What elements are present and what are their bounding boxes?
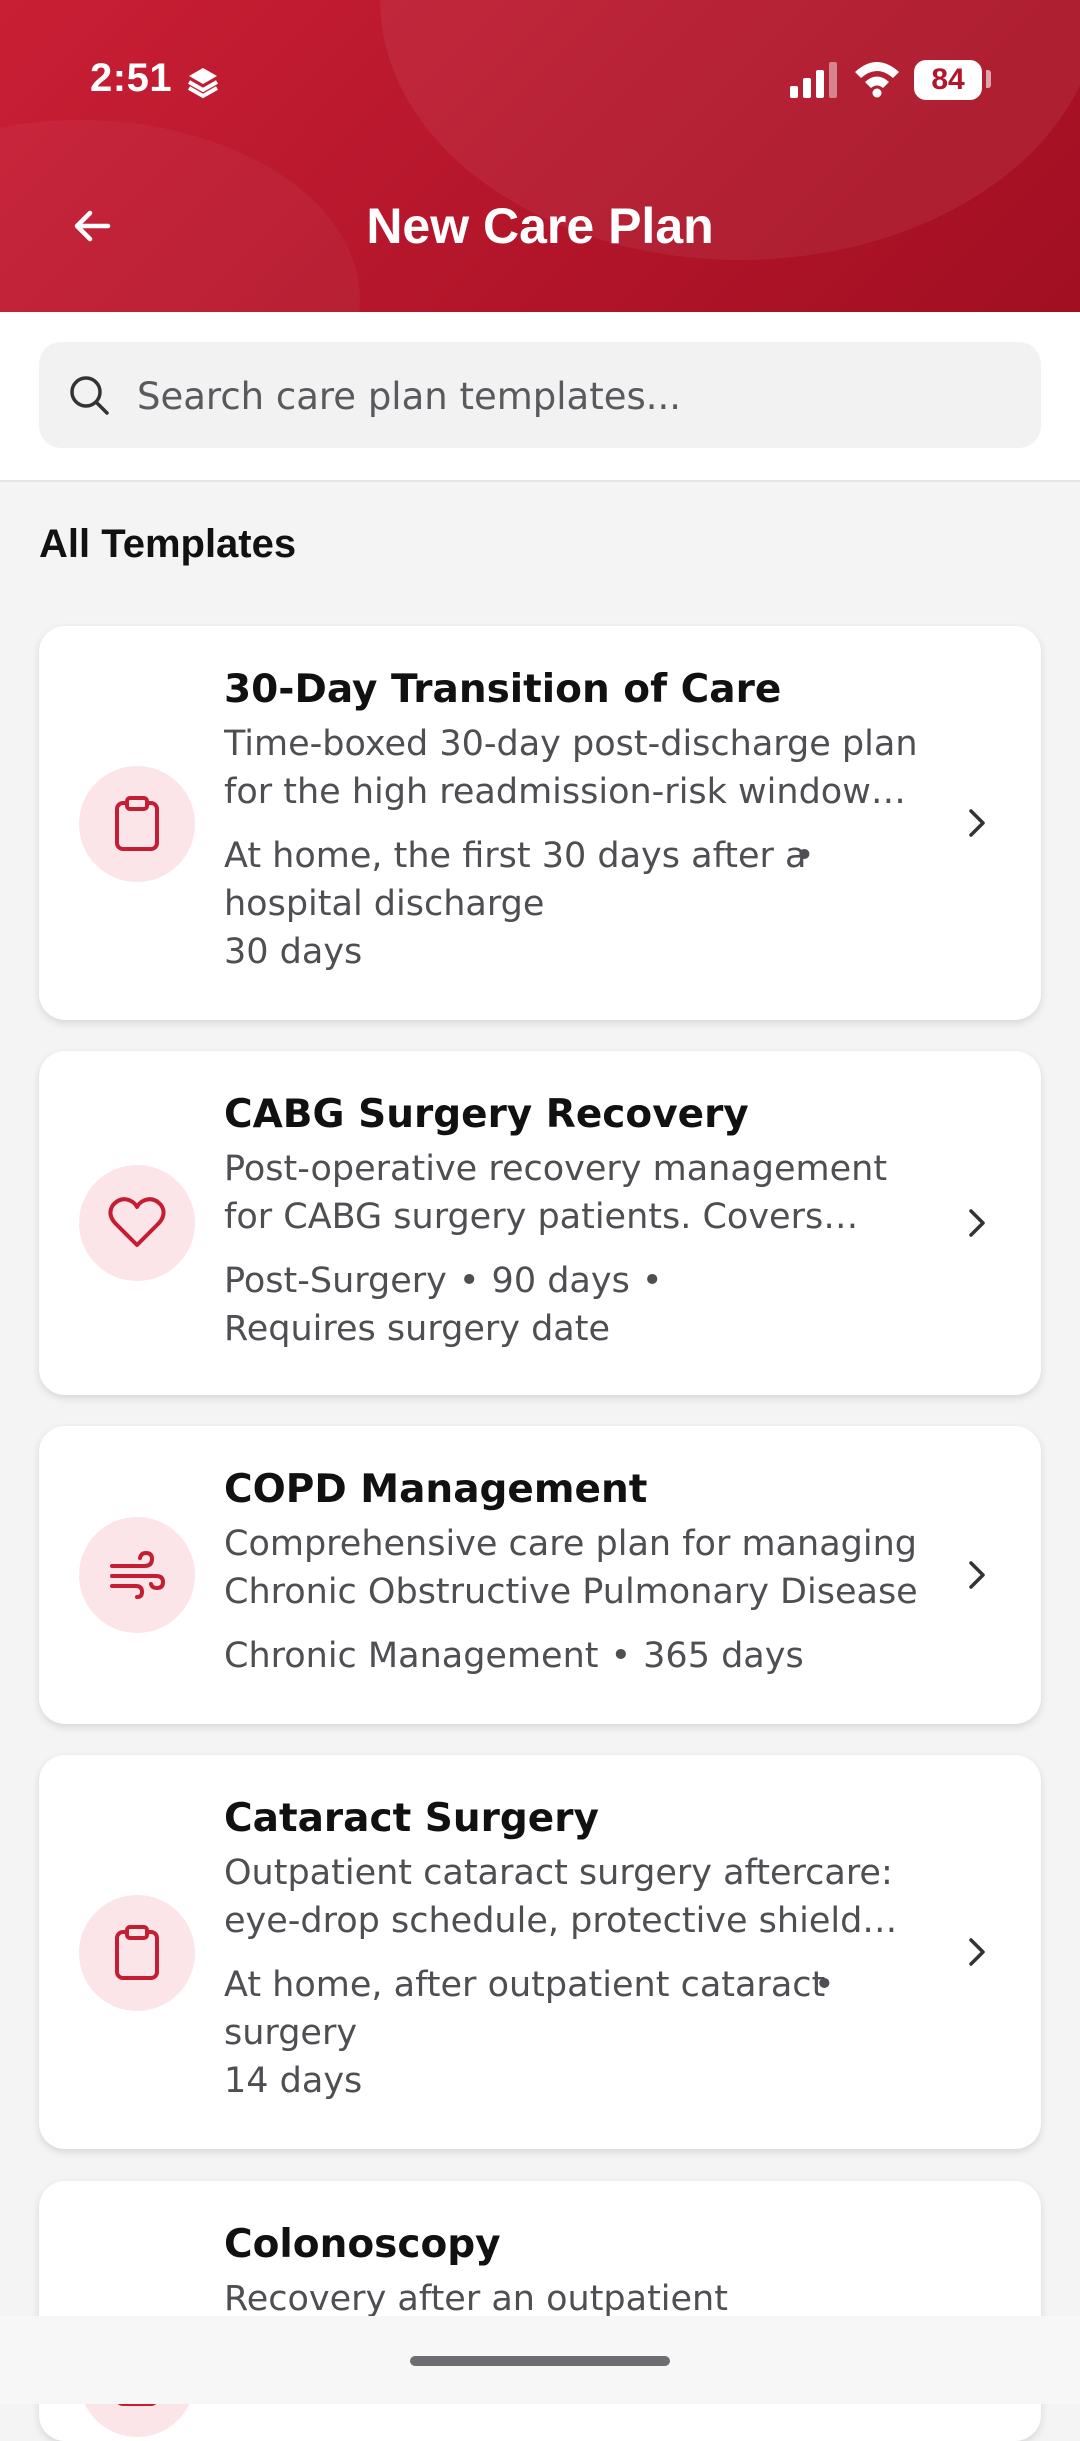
meta-setting: At home, the first 30 days after a hospi… — [224, 836, 807, 924]
search-icon — [70, 376, 109, 415]
status-bar: 2:51 84 — [0, 0, 1080, 160]
card-title: CABG Surgery Recovery — [224, 1092, 749, 1137]
chevron-right-icon — [969, 1561, 985, 1589]
card-body: 30-Day Transition of Care Time-boxed 30-… — [224, 664, 984, 976]
meta-separator: • — [641, 1261, 663, 1301]
meta-separator: • — [814, 1965, 835, 2005]
meta-duration: 365 days — [643, 1636, 804, 1676]
card-title: COPD Management — [224, 1467, 648, 1512]
card-icon-circle — [79, 766, 195, 882]
chevron-right-icon — [969, 1938, 985, 1966]
clipboard-icon — [115, 796, 159, 851]
wind-icon — [110, 1550, 166, 1599]
template-card[interactable]: COPD Management Comprehensive care plan … — [39, 1426, 1041, 1724]
search-input[interactable] — [135, 342, 1019, 450]
card-icon-circle — [79, 1517, 195, 1633]
battery-tip — [986, 70, 991, 88]
meta-duration: 90 days — [491, 1261, 630, 1301]
search-area — [0, 312, 1080, 482]
card-title: Cataract Surgery — [224, 1796, 599, 1841]
meta-setting: At home, after outpatient cataract surge… — [224, 1965, 826, 2053]
card-body: Cataract Surgery Outpatient cataract sur… — [224, 1793, 984, 2105]
card-body: CABG Surgery Recovery Post-operative rec… — [224, 1089, 984, 1353]
meta-category: Chronic Management — [224, 1636, 599, 1676]
home-indicator[interactable] — [410, 2356, 670, 2366]
page-title: New Care Plan — [366, 198, 714, 254]
app-notification-icon — [188, 68, 218, 99]
card-description: Comprehensive care plan for managing Chr… — [224, 1524, 918, 1612]
card-body: Colonoscopy Recovery after an outpatient — [224, 2219, 984, 2323]
meta-duration: 30 days — [224, 932, 363, 972]
header: 2:51 84 New Care Plan — [0, 0, 1080, 312]
battery-indicator: 84 — [914, 60, 982, 100]
template-card[interactable]: Cataract Surgery Outpatient cataract sur… — [39, 1755, 1041, 2149]
bottom-bar — [0, 2316, 1080, 2404]
heart-icon — [108, 1197, 166, 1247]
chevron-right-icon — [969, 809, 985, 837]
card-title: Colonoscopy — [224, 2222, 501, 2267]
card-description: Outpatient cataract surgery aftercare: e… — [224, 1853, 893, 1941]
meta-duration: 14 days — [224, 2061, 363, 2101]
clipboard-icon — [115, 1925, 159, 1980]
meta-requirement: Requires surgery date — [224, 1309, 611, 1349]
card-title: 30-Day Transition of Care — [224, 667, 782, 712]
card-meta: At home, the first 30 days after a hospi… — [224, 832, 984, 976]
template-card[interactable]: 30-Day Transition of Care Time-boxed 30-… — [39, 626, 1041, 1020]
card-meta: Post-Surgery • 90 days • Requires surgery d… — [224, 1257, 984, 1353]
card-meta: Chronic Management • 365 days — [224, 1632, 984, 1680]
meta-separator: • — [458, 1261, 480, 1301]
card-meta: At home, after outpatient cataract surge… — [224, 1961, 984, 2105]
template-card[interactable]: CABG Surgery Recovery Post-operative rec… — [39, 1051, 1041, 1395]
card-description: Post-operative recovery management for C… — [224, 1149, 888, 1237]
status-time: 2:51 — [90, 56, 173, 100]
meta-category: Post-Surgery — [224, 1261, 447, 1301]
card-icon-circle — [79, 1895, 195, 2011]
card-description: Time-boxed 30-day post-discharge plan fo… — [224, 724, 918, 812]
meta-separator: • — [794, 836, 815, 876]
signal-icon — [790, 62, 837, 98]
section-title: All Templates — [39, 522, 297, 566]
chevron-right-icon — [969, 1209, 985, 1237]
meta-separator: • — [610, 1636, 632, 1676]
wifi-icon — [855, 62, 899, 98]
card-icon-circle — [79, 1165, 195, 1281]
card-body: COPD Management Comprehensive care plan … — [224, 1464, 984, 1680]
search-box[interactable] — [39, 342, 1041, 450]
